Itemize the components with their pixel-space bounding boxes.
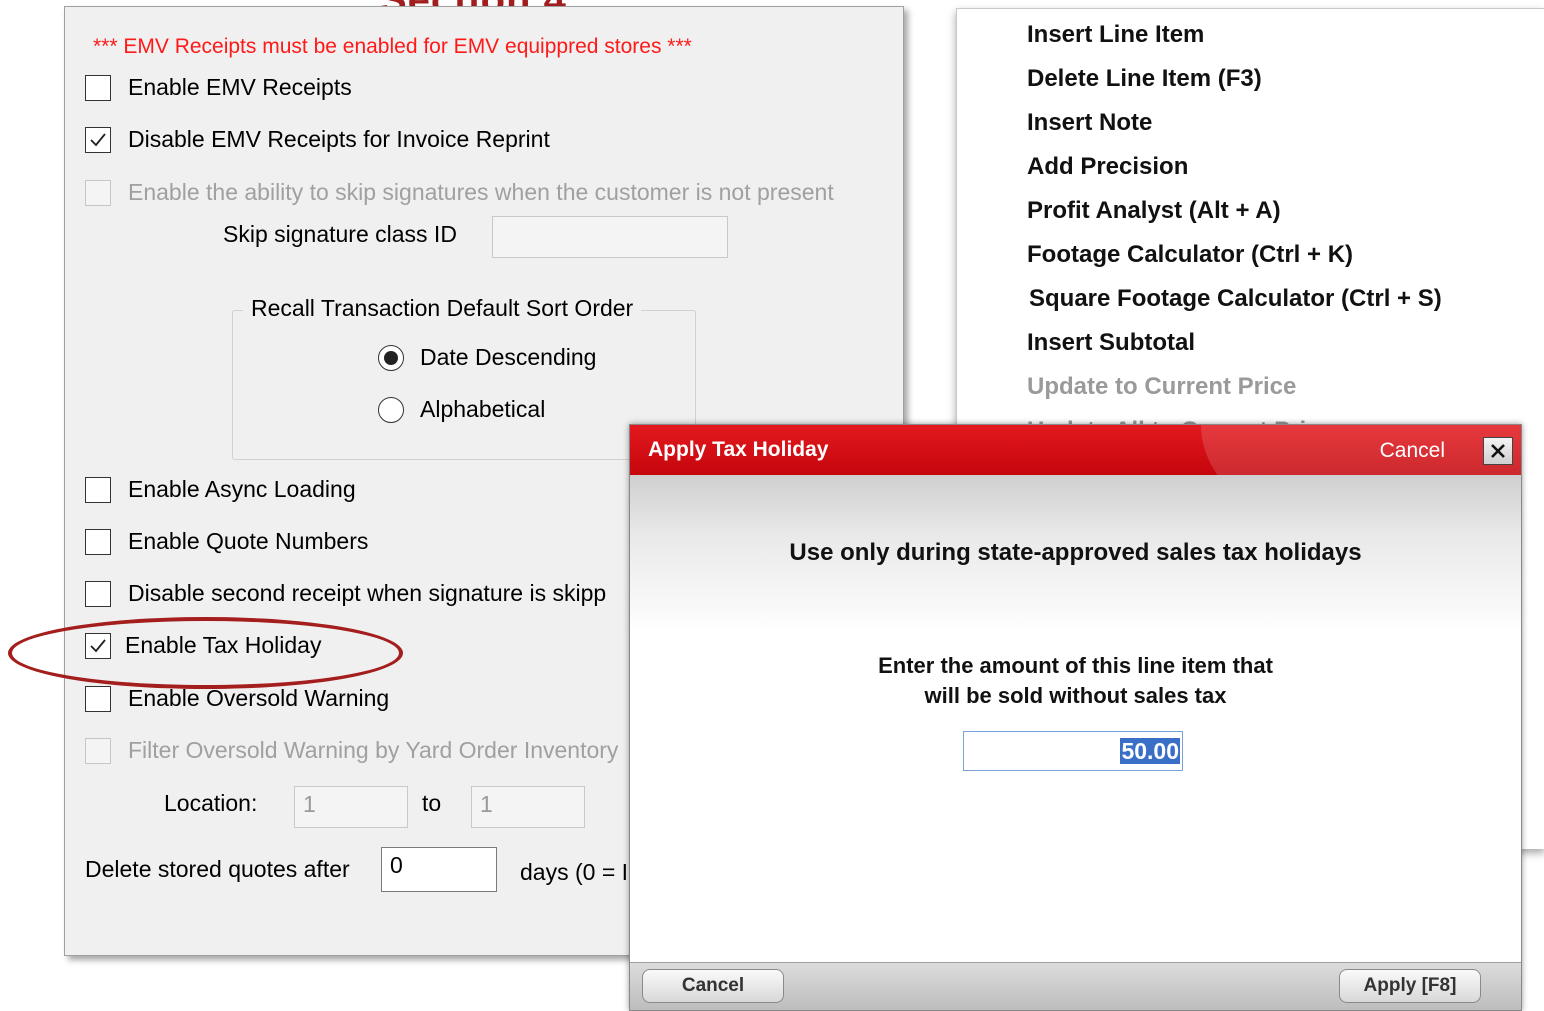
- skip-signatures-checkbox-row[interactable]: Enable the ability to skip signatures wh…: [85, 179, 834, 206]
- apply-tax-holiday-dialog: Apply Tax Holiday Cancel Use only during…: [629, 424, 1522, 1011]
- menu-item-profit-analyst[interactable]: Profit Analyst (Alt + A): [1027, 197, 1281, 225]
- emv-warning-text: *** EMV Receipts must be enabled for EMV…: [93, 35, 692, 58]
- menu-item-insert-note[interactable]: Insert Note: [1027, 109, 1152, 137]
- quote-numbers-label: Enable Quote Numbers: [128, 528, 369, 554]
- location-to-input[interactable]: 1: [471, 786, 585, 828]
- tax-free-amount-input[interactable]: 50.00: [963, 731, 1183, 771]
- disable-emv-reprint-checkbox-row[interactable]: Disable EMV Receipts for Invoice Reprint: [85, 126, 550, 153]
- disable-emv-reprint-label: Disable EMV Receipts for Invoice Reprint: [128, 126, 550, 152]
- dialog-prompt-line-2: will be sold without sales tax: [924, 683, 1227, 708]
- checkmark-icon: [90, 132, 106, 146]
- oversold-warning-label: Enable Oversold Warning: [128, 685, 390, 711]
- dialog-prompt-line-1: Enter the amount of this line item that: [878, 653, 1273, 678]
- radio-alphabetical[interactable]: [378, 396, 404, 423]
- sort-order-group-title: Recall Transaction Default Sort Order: [243, 295, 642, 322]
- delete-quotes-days-input[interactable]: 0: [381, 847, 497, 892]
- async-loading-checkbox[interactable]: [85, 476, 111, 503]
- skip-class-label: Skip signature class ID: [223, 221, 457, 247]
- async-loading-label: Enable Async Loading: [128, 476, 356, 502]
- cancel-button[interactable]: Cancel: [642, 969, 784, 1003]
- enable-emv-receipts-label: Enable EMV Receipts: [128, 74, 352, 100]
- tax-free-amount-value: 50.00: [1120, 738, 1180, 764]
- quote-numbers-checkbox-row[interactable]: Enable Quote Numbers: [85, 528, 368, 555]
- menu-item-update-to-current-price[interactable]: Update to Current Price: [1027, 373, 1296, 401]
- radio-alphabetical-label: Alphabetical: [420, 396, 546, 422]
- titlebar-swoosh-decoration: [1201, 425, 1521, 475]
- quote-numbers-checkbox[interactable]: [85, 528, 111, 555]
- filter-oversold-checkbox[interactable]: [85, 737, 111, 764]
- tax-holiday-highlight-ellipse: [8, 617, 403, 689]
- menu-item-square-footage-calculator[interactable]: Square Footage Calculator (Ctrl + S): [1029, 285, 1442, 313]
- menu-item-insert-line-item[interactable]: Insert Line Item: [1027, 21, 1204, 49]
- filter-oversold-label: Filter Oversold Warning by Yard Order In…: [128, 737, 619, 763]
- menu-item-delete-line-item[interactable]: Delete Line Item (F3): [1027, 65, 1262, 93]
- location-label: Location:: [164, 790, 258, 816]
- apply-button[interactable]: Apply [F8]: [1339, 969, 1481, 1003]
- dialog-prompt: Enter the amount of this line item that …: [630, 651, 1521, 711]
- menu-item-add-precision[interactable]: Add Precision: [1027, 153, 1188, 181]
- radio-date-descending-row[interactable]: Date Descending: [378, 344, 596, 371]
- skip-signatures-label: Enable the ability to skip signatures wh…: [128, 179, 834, 205]
- close-icon: [1491, 444, 1505, 458]
- menu-item-footage-calculator[interactable]: Footage Calculator (Ctrl + K): [1027, 241, 1353, 269]
- location-to-label: to: [422, 790, 442, 816]
- titlebar-cancel-link[interactable]: Cancel: [1380, 439, 1445, 463]
- location-from-input[interactable]: 1: [294, 786, 408, 828]
- radio-date-descending[interactable]: [378, 344, 404, 371]
- async-loading-checkbox-row[interactable]: Enable Async Loading: [85, 476, 356, 503]
- enable-emv-receipts-checkbox[interactable]: [85, 74, 111, 101]
- dialog-title: Apply Tax Holiday: [648, 438, 829, 461]
- disable-second-receipt-label: Disable second receipt when signature is…: [128, 580, 607, 606]
- dialog-titlebar: Apply Tax Holiday Cancel: [630, 425, 1521, 475]
- radio-date-descending-label: Date Descending: [420, 344, 597, 370]
- skip-signatures-checkbox[interactable]: [85, 179, 111, 206]
- oversold-warning-checkbox-row[interactable]: Enable Oversold Warning: [85, 685, 389, 712]
- radio-alphabetical-row[interactable]: Alphabetical: [378, 396, 545, 423]
- dialog-footer: Cancel Apply [F8]: [630, 962, 1521, 1010]
- filter-oversold-checkbox-row[interactable]: Filter Oversold Warning by Yard Order In…: [85, 737, 618, 764]
- skip-class-id-input[interactable]: [492, 216, 728, 258]
- radio-selected-dot: [384, 350, 398, 365]
- close-button[interactable]: [1483, 437, 1513, 465]
- oversold-warning-checkbox[interactable]: [85, 685, 111, 712]
- delete-quotes-suffix: days (0 = I: [520, 859, 629, 885]
- menu-item-insert-subtotal[interactable]: Insert Subtotal: [1027, 329, 1195, 357]
- dialog-heading: Use only during state-approved sales tax…: [789, 539, 1362, 566]
- enable-emv-receipts-checkbox-row[interactable]: Enable EMV Receipts: [85, 74, 352, 101]
- delete-quotes-label: Delete stored quotes after: [85, 856, 350, 882]
- disable-second-receipt-checkbox[interactable]: [85, 580, 111, 607]
- disable-emv-reprint-checkbox[interactable]: [85, 126, 111, 153]
- dialog-body: Use only during state-approved sales tax…: [630, 475, 1521, 965]
- disable-second-receipt-checkbox-row[interactable]: Disable second receipt when signature is…: [85, 580, 606, 607]
- sort-order-groupbox: [232, 310, 696, 460]
